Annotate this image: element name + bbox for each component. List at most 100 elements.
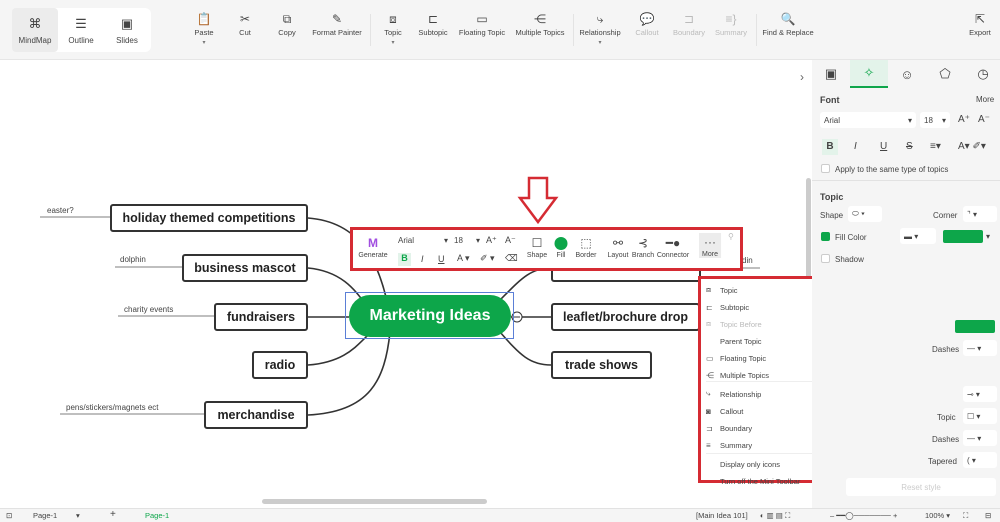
branch-dashes-select[interactable]: — ▾ (963, 430, 997, 446)
border-icon: ⬚ (580, 236, 592, 250)
branch-topic-label: Topic (937, 413, 956, 422)
page-tab[interactable]: Page-1 (145, 511, 169, 520)
export-button[interactable]: ⇱ Export (969, 12, 991, 37)
dashes-select[interactable]: — ▾ (963, 340, 997, 356)
generate-button[interactable]: M Generate (358, 234, 387, 259)
apply-same-label: Apply to the same type of topics (835, 165, 949, 174)
border-button[interactable]: ⬚ Border (575, 234, 596, 259)
branch-color-select[interactable]: ☐ ▾ (963, 408, 997, 424)
note-label: din (742, 256, 753, 265)
tab-icons[interactable]: ☺ (888, 60, 926, 88)
style-icon: ▣ (824, 66, 838, 81)
shadow-label: Shadow (835, 255, 864, 264)
bold-button[interactable]: B (398, 253, 411, 266)
status-bar: ⊡ Page-1 ▾ + Page-1 [Main Idea 101] ◐ ▥ … (0, 508, 1000, 522)
strikethrough-button[interactable]: S (906, 141, 913, 152)
border-color-swatch[interactable] (955, 320, 995, 333)
tab-history[interactable]: ◷ (964, 60, 1000, 88)
underline-button[interactable]: U (438, 254, 445, 264)
fill-color-label: Fill Color (835, 233, 867, 242)
shape-select[interactable]: ⬭ ▾ (848, 206, 882, 222)
underline-button[interactable]: U (880, 141, 887, 152)
italic-button[interactable]: I (854, 141, 857, 152)
topic-node[interactable]: merchandise (204, 401, 308, 429)
italic-button[interactable]: I (421, 254, 424, 264)
add-page-icon[interactable]: + (110, 509, 116, 520)
square-icon: ☐ (531, 236, 543, 250)
selection-info: [Main Idea 101] (696, 511, 748, 520)
increase-font-icon[interactable]: A⁺ (958, 114, 970, 125)
fill-color-checkbox[interactable] (821, 232, 830, 241)
relationship-icon: ⤷ (706, 389, 711, 398)
decrease-font-icon[interactable]: A⁻ (978, 114, 990, 125)
arrow-down-icon (517, 176, 559, 225)
font-select[interactable]: Arial ▾ (398, 236, 448, 245)
zoom-level[interactable]: 100% ▾ (925, 511, 950, 520)
fit-icon[interactable]: ⊟ (985, 511, 991, 520)
multiple-topics-icon: ⋲ (706, 370, 714, 380)
collapse-panel-icon[interactable]: › (800, 70, 804, 84)
more-link[interactable]: More (976, 95, 994, 104)
bold-button[interactable]: B (822, 139, 838, 155)
topic-node[interactable]: radio (252, 351, 308, 379)
layout-button[interactable]: ⚯ Layout (607, 234, 628, 259)
fill-button[interactable]: Fill (554, 234, 568, 259)
apply-same-checkbox[interactable] (821, 164, 830, 173)
font-color-button[interactable]: A ▾ (457, 253, 470, 264)
horizontal-scrollbar[interactable] (262, 499, 487, 504)
fill-color-swatch[interactable] (943, 230, 983, 243)
connector-style-select[interactable]: ⊸ ▾ (963, 386, 997, 402)
topic-node[interactable]: fundraisers (214, 303, 308, 331)
topic-node[interactable]: trade shows (551, 351, 652, 379)
connector-button[interactable]: ━● Connector (657, 234, 689, 259)
increase-font-icon[interactable]: A⁺ (486, 235, 497, 246)
font-section-title: Font (820, 95, 840, 105)
fullscreen-icon[interactable]: ⛶ (963, 511, 968, 521)
branch-button[interactable]: ⊰ Branch (632, 234, 654, 259)
zoom-slider[interactable]: – ━━◯─────── + (830, 511, 897, 520)
font-size-select[interactable]: 18 ▾ (920, 112, 950, 128)
subtopic-icon: ⊏ (706, 302, 713, 312)
view-mode-icons[interactable]: ◐ ▥ ▤ ⛶ (760, 511, 790, 521)
clock-icon: ◷ (977, 66, 989, 81)
export-icon: ⇱ (974, 12, 986, 26)
more-button[interactable]: ··· More (699, 233, 721, 258)
branch-dashes-label: Dashes (932, 435, 960, 444)
topic-before-icon: ⧈ (706, 319, 712, 328)
corner-select[interactable]: ⌝ ▾ (963, 206, 997, 222)
font-size-select[interactable]: 18 ▾ (454, 236, 480, 245)
font-color-button[interactable]: A▾ ✐▾ (958, 141, 986, 152)
mini-toolbar: M Generate Arial ▾ 18 ▾ A⁺ A⁻ B I U A ▾ ✐ ▾… (350, 227, 743, 271)
topic-node[interactable]: leaflet/brochure drop (551, 303, 700, 331)
topic-icon: ⧈ (706, 285, 712, 294)
shape-button[interactable]: ☐ Shape (527, 234, 547, 259)
connector-icon: ━● (665, 236, 681, 250)
tapered-select[interactable]: ( ▾ (963, 452, 997, 468)
chevron-down-icon[interactable]: ▾ (986, 232, 990, 241)
dashes-label: Dashes (932, 345, 960, 354)
panel-toggle-icon[interactable]: ⊡ (6, 511, 12, 520)
page-select[interactable]: Page-1 ▾ (33, 511, 80, 520)
theme-icon: ⬠ (939, 66, 951, 81)
central-topic[interactable]: Marketing Ideas (349, 295, 511, 337)
tab-style[interactable]: ▣ (812, 60, 850, 88)
tab-ai[interactable]: ✧ (850, 60, 888, 88)
clear-format-icon[interactable]: ⌫ (505, 253, 518, 264)
reset-style-button[interactable]: Reset style (846, 478, 996, 496)
font-family-select[interactable]: Arial ▾ (820, 112, 916, 128)
corner-label: Corner (933, 211, 958, 220)
fill-pattern-select[interactable]: ▬ ▾ (900, 228, 936, 244)
decrease-font-icon[interactable]: A⁻ (505, 235, 516, 246)
topic-node[interactable]: holiday themed competitions (110, 204, 308, 232)
smiley-icon: ☺ (900, 66, 914, 82)
boundary-icon: ⊐ (706, 423, 713, 433)
pin-icon[interactable]: ⚲ (728, 232, 734, 241)
mindmap-canvas[interactable]: easter? dolphin charity events pens/stic… (0, 60, 812, 508)
more-dots-icon: ··· (703, 235, 716, 249)
align-icon[interactable]: ≡▾ (930, 141, 941, 152)
shadow-checkbox[interactable] (821, 254, 830, 263)
topic-node[interactable]: business mascot (182, 254, 308, 282)
highlight-icon[interactable]: ✐ ▾ (480, 253, 495, 264)
summary-icon: ≡ (706, 440, 711, 450)
tab-theme[interactable]: ⬠ (926, 60, 964, 88)
